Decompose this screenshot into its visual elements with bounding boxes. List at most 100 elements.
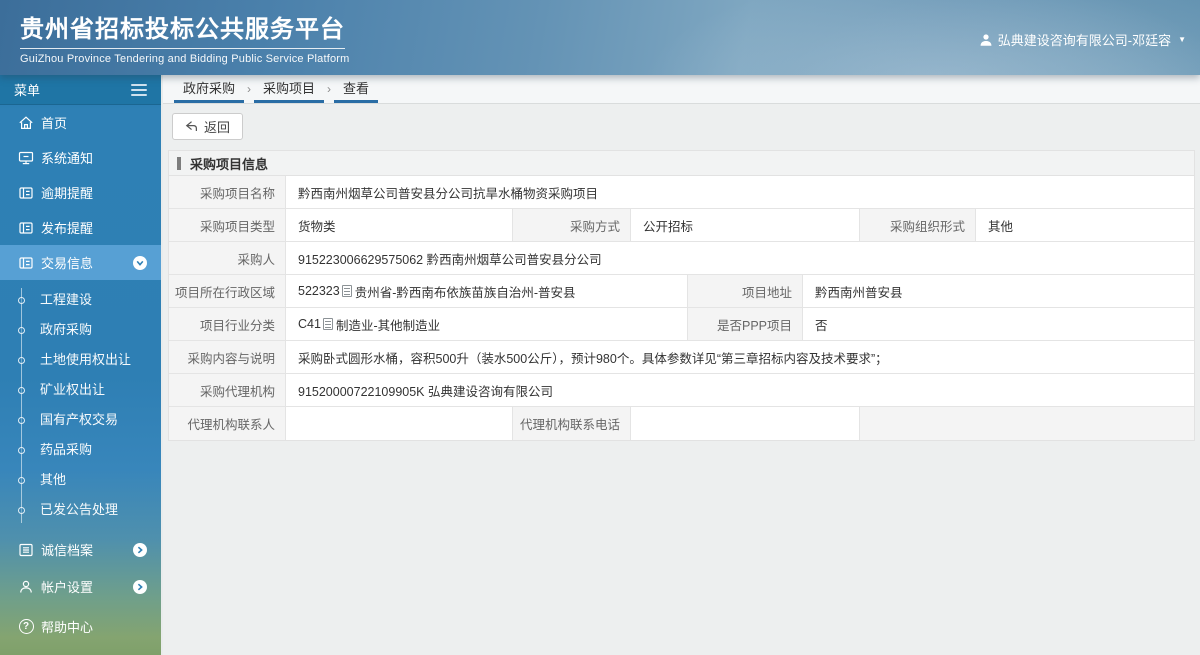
sidebar-item-trade-info[interactable]: 交易信息 [0, 245, 161, 280]
monitor-icon [18, 150, 34, 166]
chevron-right-icon [133, 542, 147, 557]
value-purchase-method: 公开招标 [631, 209, 860, 241]
value-region: 522323 贵州省-黔西南布依族苗族自治州-普安县 [286, 275, 688, 307]
value-purchaser: 915223006629575062 黔西南州烟草公司普安县分公司 [286, 242, 1194, 274]
value-agency: 91520000722109905K 弘典建设咨询有限公司 [286, 374, 1194, 406]
row-agency: 采购代理机构 91520000722109905K 弘典建设咨询有限公司 [169, 374, 1194, 407]
sidebar-item-label: 发布提醒 [41, 221, 94, 236]
value-industry: C41 制造业-其他制造业 [286, 308, 688, 340]
sidebar-item-account-settings[interactable]: 帐户设置 [0, 568, 161, 605]
sidebar-item-home[interactable]: 首页 [0, 105, 161, 140]
crumb-government-procurement[interactable]: 政府采购 [174, 75, 245, 103]
label-agency-phone: 代理机构联系电话 [513, 407, 631, 440]
sidebar-item-credit-archive[interactable]: 诚信档案 [0, 531, 161, 568]
label-purchaser: 采购人 [169, 242, 286, 274]
back-icon [185, 120, 199, 133]
person-icon [18, 579, 34, 595]
sidebar-subitem-government-procurement[interactable]: 政府采购 [0, 315, 161, 345]
folder-icon [18, 185, 34, 201]
crumb-procurement-project[interactable]: 采购项目 [254, 75, 325, 103]
page-subtitle: GuiZhou Province Tendering and Bidding P… [20, 53, 350, 65]
sidebar-subitem-engineering[interactable]: 工程建设 [0, 285, 161, 315]
back-label: 返回 [204, 119, 231, 135]
label-agency: 采购代理机构 [169, 374, 286, 406]
menu-header: 菜单 [0, 75, 161, 105]
industry-text: 制造业-其他制造业 [335, 318, 441, 333]
hamburger-icon[interactable] [131, 83, 147, 96]
sidebar-item-label: 帮助中心 [41, 620, 94, 635]
label-org-form: 采购组织形式 [860, 209, 976, 241]
value-agency-phone [631, 407, 860, 440]
sidebar-subitem-state-property[interactable]: 国有产权交易 [0, 405, 161, 435]
row-purchaser: 采购人 915223006629575062 黔西南州烟草公司普安县分公司 [169, 242, 1194, 275]
region-code: 522323 [298, 284, 340, 298]
back-button[interactable]: 返回 [172, 112, 244, 140]
app-window: 贵州省招标投标公共服务平台 GuiZhou Province Tendering… [0, 0, 1200, 655]
trade-info-submenu: 工程建设 政府采购 土地使用权出让 矿业权出让 国有产权交易 药品采购 其他 已… [0, 280, 161, 531]
label-region: 项目所在行政区域 [169, 275, 286, 307]
toolbar: 返回 [163, 104, 1200, 148]
label-address: 项目地址 [688, 275, 803, 307]
doc-icon [341, 285, 352, 297]
page-title: 贵州省招标投标公共服务平台 [20, 9, 345, 49]
row-type-method-org: 采购项目类型 货物类 采购方式 公开招标 采购组织形式 其他 [169, 209, 1194, 242]
procurement-info-panel: 采购项目信息 采购项目名称 黔西南州烟草公司普安县分公司抗旱水桶物资采购项目 采… [168, 150, 1195, 441]
sidebar: 菜单 首页 系统通知 逾期提醒 发布提醒 交易信息 工程建设 政府采购 土地使用… [0, 75, 163, 655]
breadcrumb-separator: › [247, 82, 252, 96]
breadcrumb: 政府采购 › 采购项目 › 查看 [163, 75, 1200, 104]
value-org-form: 其他 [976, 209, 1194, 241]
sidebar-subitem-published-notices[interactable]: 已发公告处理 [0, 495, 161, 525]
sidebar-item-label: 系统通知 [41, 151, 94, 166]
sidebar-item-label: 诚信档案 [41, 543, 94, 558]
value-content: 采购卧式圆形水桶，容积500升（装水500公斤），预计980个。具体参数详见“第… [286, 341, 1194, 373]
value-project-type: 货物类 [286, 209, 513, 241]
label-agency-contact: 代理机构联系人 [169, 407, 286, 440]
main-content: 政府采购 › 采购项目 › 查看 返回 采购项目信息 采购项目名称 黔西南州烟草… [163, 75, 1200, 655]
folder-icon [18, 255, 34, 271]
sidebar-subitem-other[interactable]: 其他 [0, 465, 161, 495]
sidebar-item-system-notice[interactable]: 系统通知 [0, 140, 161, 175]
breadcrumb-separator: › [327, 82, 332, 96]
value-address: 黔西南州普安县 [803, 275, 1194, 307]
sidebar-subitem-drug-procurement[interactable]: 药品采购 [0, 435, 161, 465]
label-project-type: 采购项目类型 [169, 209, 286, 241]
label-purchase-method: 采购方式 [513, 209, 631, 241]
sidebar-item-label: 交易信息 [41, 256, 94, 271]
sidebar-item-publish-reminder[interactable]: 发布提醒 [0, 210, 161, 245]
filler-cell [860, 407, 1194, 440]
row-content: 采购内容与说明 采购卧式圆形水桶，容积500升（装水500公斤），预计980个。… [169, 341, 1194, 374]
row-region-address: 项目所在行政区域 522323 贵州省-黔西南布依族苗族自治州-普安县 项目地址… [169, 275, 1194, 308]
label-content: 采购内容与说明 [169, 341, 286, 373]
sidebar-item-label: 首页 [41, 116, 68, 131]
value-agency-contact [286, 407, 513, 440]
crumb-view[interactable]: 查看 [334, 75, 379, 103]
section-header: 采购项目信息 [168, 150, 1195, 175]
sidebar-subitem-mining-rights[interactable]: 矿业权出让 [0, 375, 161, 405]
region-text: 贵州省-黔西南布依族苗族自治州-普安县 [354, 285, 576, 300]
sidebar-item-overdue-reminder[interactable]: 逾期提醒 [0, 175, 161, 210]
sidebar-item-label: 帐户设置 [41, 580, 94, 595]
label-project-name: 采购项目名称 [169, 176, 286, 208]
industry-code: C41 [298, 317, 321, 331]
section-title: 采购项目信息 [190, 156, 269, 172]
caret-down-icon: ▼ [1178, 35, 1186, 44]
row-industry-ppp: 项目行业分类 C41 制造业-其他制造业 是否PPP项目 否 [169, 308, 1194, 341]
user-icon [979, 33, 993, 47]
top-header: 贵州省招标投标公共服务平台 GuiZhou Province Tendering… [0, 0, 1200, 75]
sidebar-subitem-land-use-rights[interactable]: 土地使用权出让 [0, 345, 161, 375]
info-grid: 采购项目名称 黔西南州烟草公司普安县分公司抗旱水桶物资采购项目 采购项目类型 货… [168, 175, 1195, 441]
value-is-ppp: 否 [803, 308, 1194, 340]
sidebar-item-help-center[interactable]: ? 帮助中心 [0, 608, 161, 645]
doc-icon [322, 318, 333, 330]
section-marker [177, 156, 181, 170]
help-icon: ? [18, 619, 34, 635]
sidebar-item-label: 逾期提醒 [41, 186, 94, 201]
label-is-ppp: 是否PPP项目 [688, 308, 803, 340]
user-name: 弘典建设咨询有限公司-邓廷容 [997, 33, 1172, 48]
brand: 贵州省招标投标公共服务平台 GuiZhou Province Tendering… [20, 9, 350, 65]
row-project-name: 采购项目名称 黔西南州烟草公司普安县分公司抗旱水桶物资采购项目 [169, 176, 1194, 209]
home-icon [18, 115, 34, 131]
user-menu[interactable]: 弘典建设咨询有限公司-邓廷容 ▼ [979, 30, 1186, 49]
row-agency-contact: 代理机构联系人 代理机构联系电话 [169, 407, 1194, 440]
folder-icon [18, 220, 34, 236]
